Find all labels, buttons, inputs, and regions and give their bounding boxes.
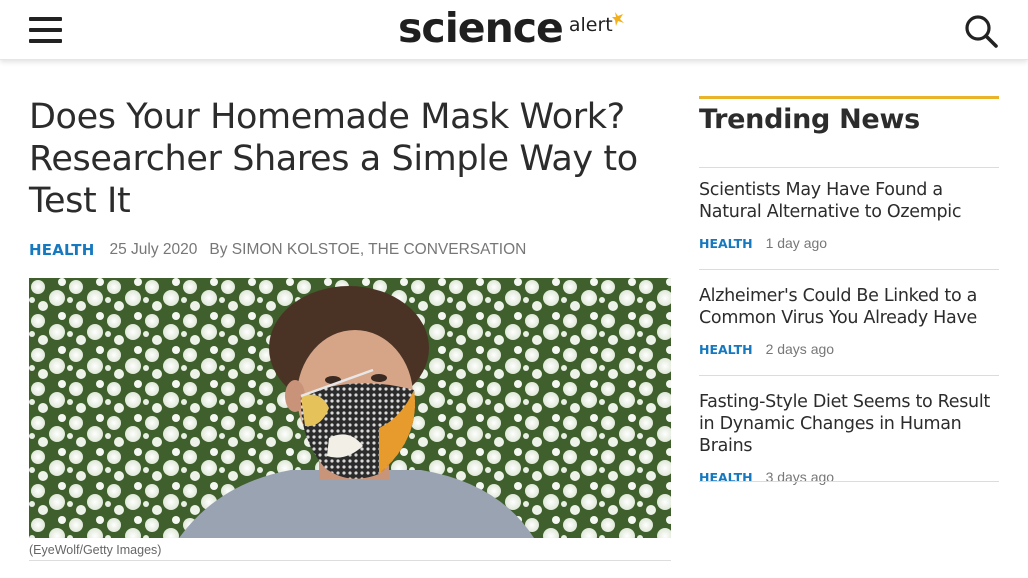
trending-item-meta: HEALTH 1 day ago: [699, 235, 999, 251]
hero-photo-illustration: [29, 278, 671, 538]
trending-item: Scientists May Have Found a Natural Alte…: [699, 179, 999, 251]
caption-divider: [29, 560, 671, 561]
menu-bar: [29, 39, 62, 43]
trending-heading: Trending News: [699, 104, 920, 135]
trending-item-time: 3 days ago: [765, 469, 835, 485]
trending-item: Fasting-Style Diet Seems to Result in Dy…: [699, 391, 999, 485]
trending-divider: [699, 375, 999, 376]
trending-divider: [699, 481, 999, 482]
trending-divider: [699, 269, 999, 270]
trending-item-title-link[interactable]: Fasting-Style Diet Seems to Result in Dy…: [699, 391, 999, 457]
trending-divider: [699, 167, 999, 168]
site-logo[interactable]: science alert: [398, 4, 625, 52]
article-date: 25 July 2020: [109, 241, 198, 258]
trending-accent-bar: [699, 96, 999, 99]
menu-bar: [29, 17, 62, 21]
trending-item-category-link[interactable]: HEALTH: [699, 236, 753, 251]
logo-main-text: science: [398, 4, 564, 52]
article-hero-image: [29, 278, 671, 538]
article-title: Does Your Homemade Mask Work? Researcher…: [29, 97, 638, 221]
trending-item-meta: HEALTH 3 days ago: [699, 469, 999, 485]
trending-item-category-link[interactable]: HEALTH: [699, 342, 753, 357]
article-meta: HEALTH 25 July 2020 By SIMON KOLSTOE, TH…: [29, 240, 526, 260]
site-header: science alert: [0, 0, 1028, 60]
menu-bar: [29, 28, 62, 32]
article-byline: By SIMON KOLSTOE, THE CONVERSATION: [209, 241, 526, 259]
trending-item-title-link[interactable]: Scientists May Have Found a Natural Alte…: [699, 179, 999, 223]
trending-item-time: 2 days ago: [765, 341, 835, 357]
image-caption: (EyeWolf/Getty Images): [29, 543, 162, 557]
byline-prefix: By: [209, 241, 228, 258]
hamburger-menu-icon[interactable]: [29, 16, 62, 44]
article-category-link[interactable]: HEALTH: [29, 241, 94, 259]
trending-item-category-link[interactable]: HEALTH: [699, 470, 753, 485]
trending-item-meta: HEALTH 2 days ago: [699, 341, 999, 357]
logo-spark-icon: [611, 12, 624, 26]
trending-item: Alzheimer's Could Be Linked to a Common …: [699, 285, 999, 357]
trending-item-time: 1 day ago: [765, 235, 828, 251]
trending-item-title-link[interactable]: Alzheimer's Could Be Linked to a Common …: [699, 285, 999, 329]
logo-sub-text: alert: [568, 14, 613, 36]
article-author-link[interactable]: SIMON KOLSTOE, THE CONVERSATION: [232, 241, 527, 258]
search-icon-glyph: [965, 15, 998, 48]
search-icon[interactable]: [964, 14, 998, 48]
